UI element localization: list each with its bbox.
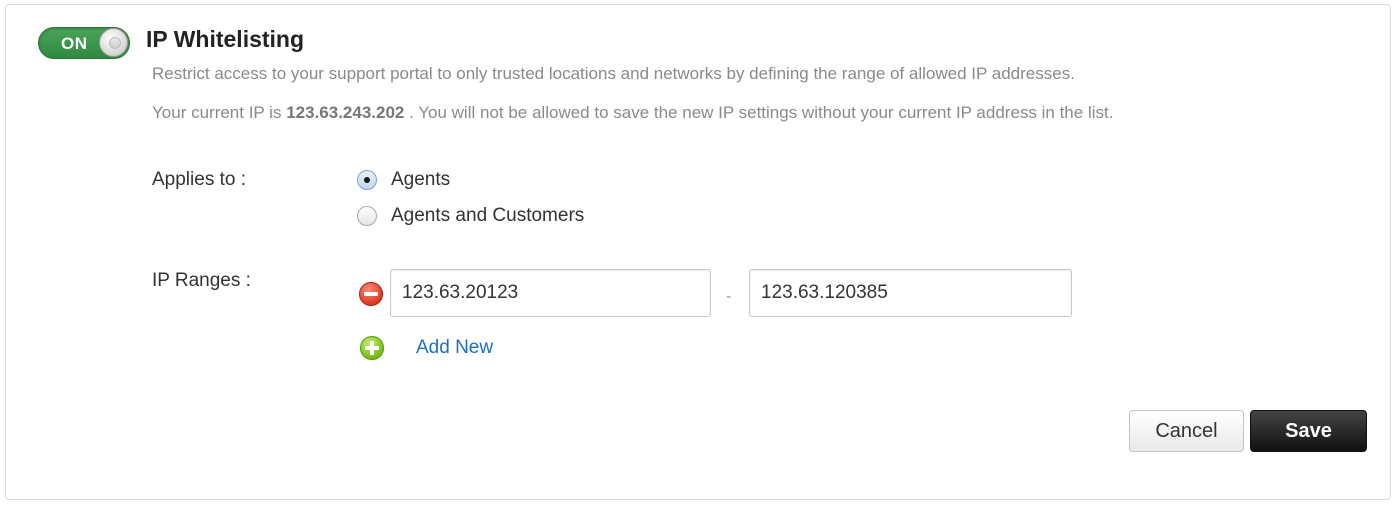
add-new-link[interactable]: Add New [416, 337, 493, 359]
plus-circle-icon[interactable] [360, 336, 384, 360]
description-text: Restrict access to your support portal t… [152, 64, 1075, 83]
current-ip-suffix: . You will not be allowed to save the ne… [409, 103, 1114, 122]
range-separator: - [726, 288, 732, 305]
current-ip-notice: Your current IP is 123.63.243.202 . You … [152, 103, 1113, 123]
current-ip-value: 123.63.243.202 [286, 103, 405, 122]
radio-button-agents-and-customers[interactable] [357, 206, 377, 226]
ip-ranges-label: IP Ranges : [152, 270, 251, 291]
cancel-button[interactable]: Cancel [1129, 410, 1244, 452]
applies-to-label: Applies to : [152, 169, 246, 190]
ip-range-to-input[interactable] [749, 269, 1072, 317]
save-button[interactable]: Save [1250, 410, 1367, 452]
page-title: IP Whitelisting [146, 26, 305, 52]
ip-range-from-input[interactable] [390, 269, 711, 317]
current-ip-prefix: Your current IP is [152, 103, 282, 122]
radio-label-agents-and-customers: Agents and Customers [391, 205, 585, 226]
minus-circle-icon[interactable] [359, 282, 383, 306]
enable-toggle[interactable]: ON [38, 27, 130, 59]
toggle-label: ON [61, 34, 88, 53]
toggle-knob[interactable] [99, 28, 128, 57]
radio-agents-and-customers[interactable]: Agents and Customers [357, 204, 584, 228]
radio-button-agents[interactable] [357, 170, 377, 190]
radio-agents[interactable]: Agents [357, 168, 450, 192]
radio-label-agents: Agents [391, 169, 451, 190]
